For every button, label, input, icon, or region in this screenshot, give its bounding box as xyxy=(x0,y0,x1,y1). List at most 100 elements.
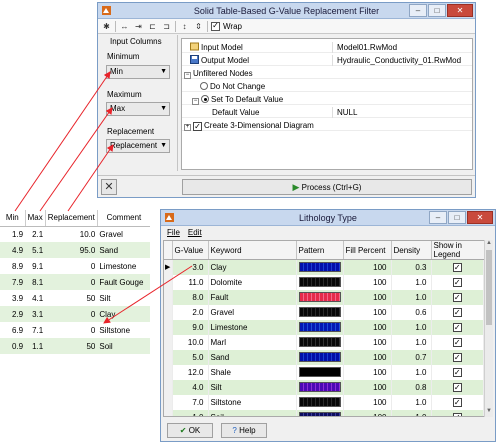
density-cell[interactable]: 1.0 xyxy=(391,319,432,335)
scroll-down-icon[interactable]: ▼ xyxy=(485,408,493,417)
row-indicator[interactable] xyxy=(164,394,173,410)
pattern-cell[interactable] xyxy=(296,394,344,410)
show-in-legend-checkbox[interactable]: ✓ xyxy=(452,352,462,362)
table-row[interactable]: 8.9 9.1 0 Limestone xyxy=(0,258,150,274)
ok-button[interactable]: ✔ OK xyxy=(167,423,213,438)
cancel-x-button[interactable]: ✕ xyxy=(101,179,117,195)
keyword-cell[interactable]: Dolomite xyxy=(208,274,297,290)
close-button[interactable]: ✕ xyxy=(447,4,473,17)
show-in-legend-cell[interactable]: ✓ xyxy=(431,379,484,395)
max-cell[interactable]: 2.1 xyxy=(25,226,46,242)
gvalue-cell[interactable]: 2.0 xyxy=(172,304,209,320)
tree-row-do-not-change[interactable]: Do Not Change xyxy=(182,81,472,92)
scroll-thumb[interactable] xyxy=(486,250,492,325)
fill-percent-cell[interactable]: 100 xyxy=(343,394,392,410)
density-cell[interactable]: 1.0 xyxy=(391,334,432,350)
column-header-replacement[interactable]: Replacement xyxy=(45,210,98,227)
row-indicator[interactable] xyxy=(164,274,173,290)
input-model-value[interactable]: Model01.RwMod xyxy=(332,42,397,53)
fill-percent-cell[interactable]: 100 xyxy=(343,274,392,290)
expand-icon[interactable]: + xyxy=(184,124,191,131)
menu-edit[interactable]: Edit xyxy=(188,228,202,237)
pattern-cell[interactable] xyxy=(296,259,344,275)
min-cell[interactable]: 6.9 xyxy=(0,322,26,338)
min-cell[interactable]: 8.9 xyxy=(0,258,26,274)
density-cell[interactable]: 0.6 xyxy=(391,304,432,320)
min-cell[interactable]: 7.9 xyxy=(0,274,26,290)
keyword-cell[interactable]: Silt xyxy=(208,379,297,395)
fill-percent-cell[interactable]: 100 xyxy=(343,334,392,350)
show-in-legend-checkbox[interactable]: ✓ xyxy=(452,307,462,317)
shrink-columns-icon[interactable]: ⇥ xyxy=(133,21,144,32)
column-header-fill-percent[interactable]: Fill Percent xyxy=(343,241,392,260)
pattern-cell[interactable] xyxy=(296,319,344,335)
replacement-cell[interactable]: 50 xyxy=(45,290,98,306)
gvalue-cell[interactable]: 4.0 xyxy=(172,379,209,395)
min-cell[interactable]: 3.9 xyxy=(0,290,26,306)
shrink-rows-icon[interactable]: ⇕ xyxy=(193,21,204,32)
show-in-legend-cell[interactable]: ✓ xyxy=(431,319,484,335)
fill-percent-cell[interactable]: 100 xyxy=(343,289,392,305)
default-value-value[interactable]: NULL xyxy=(332,107,357,118)
comment-cell[interactable]: Fault Gouge xyxy=(97,274,150,290)
keyword-cell[interactable]: Clay xyxy=(208,259,297,275)
show-in-legend-cell[interactable]: ✓ xyxy=(431,304,484,320)
gvalue-cell[interactable]: 10.0 xyxy=(172,334,209,350)
maximum-dropdown[interactable]: Max ▼ xyxy=(106,102,170,116)
pattern-cell[interactable] xyxy=(296,334,344,350)
pattern-cell[interactable] xyxy=(296,379,344,395)
process-button[interactable]: ▶ Process (Ctrl+G) xyxy=(182,179,472,195)
expand-rows-icon[interactable]: ↕ xyxy=(179,21,190,32)
show-in-legend-cell[interactable]: ✓ xyxy=(431,349,484,365)
comment-cell[interactable]: Clay xyxy=(97,306,150,322)
min-cell[interactable]: 4.9 xyxy=(0,242,26,258)
keyword-cell[interactable]: Gravel xyxy=(208,304,297,320)
pattern-cell[interactable] xyxy=(296,274,344,290)
pattern-cell[interactable] xyxy=(296,289,344,305)
replacement-cell[interactable]: 50 xyxy=(45,338,98,354)
show-in-legend-cell[interactable]: ✓ xyxy=(431,289,484,305)
gvalue-cell[interactable]: 12.0 xyxy=(172,364,209,380)
show-in-legend-cell[interactable]: ✓ xyxy=(431,409,484,416)
close-button[interactable]: ✕ xyxy=(467,211,493,224)
comment-cell[interactable]: Silt xyxy=(97,290,150,306)
column-header-gvalue[interactable]: G-Value xyxy=(172,241,209,260)
maximize-button[interactable]: □ xyxy=(448,211,466,224)
table-row[interactable]: 0.9 1.1 50 Soil xyxy=(0,338,150,354)
gvalue-cell[interactable]: 9.0 xyxy=(172,319,209,335)
density-cell[interactable]: 1.0 xyxy=(391,409,432,416)
max-cell[interactable]: 1.1 xyxy=(25,338,46,354)
show-in-legend-cell[interactable]: ✓ xyxy=(431,334,484,350)
table-row[interactable]: 2.0 Gravel 100 0.6 ✓ xyxy=(164,304,484,320)
replacement-cell[interactable]: 0 xyxy=(45,322,98,338)
table-row[interactable]: 7.9 8.1 0 Fault Gouge xyxy=(0,274,150,290)
show-in-legend-checkbox[interactable]: ✓ xyxy=(452,382,462,392)
row-indicator[interactable] xyxy=(164,319,173,335)
show-in-legend-checkbox[interactable]: ✓ xyxy=(452,292,462,302)
keyword-cell[interactable]: Shale xyxy=(208,364,297,380)
lithology-scrollbar[interactable]: ▲ ▼ xyxy=(484,240,493,417)
table-row[interactable]: 10.0 Marl 100 1.0 ✓ xyxy=(164,334,484,350)
fill-percent-cell[interactable]: 100 xyxy=(343,409,392,416)
show-in-legend-checkbox[interactable]: ✓ xyxy=(452,322,462,332)
output-model-value[interactable]: Hydraulic_Conductivity_01.RwMod xyxy=(332,55,461,66)
show-in-legend-checkbox[interactable]: ✓ xyxy=(452,262,462,272)
row-indicator[interactable]: ▶ xyxy=(164,259,173,275)
maximize-button[interactable]: □ xyxy=(428,4,446,17)
replacement-dropdown[interactable]: Replacement ▼ xyxy=(106,139,170,153)
comment-cell[interactable]: Limestone xyxy=(97,258,150,274)
table-row[interactable]: 8.0 Fault 100 1.0 ✓ xyxy=(164,289,484,305)
show-in-legend-checkbox[interactable]: ✓ xyxy=(452,337,462,347)
min-cell[interactable]: 1.9 xyxy=(0,226,26,242)
column-header-comment[interactable]: Comment xyxy=(97,210,150,227)
density-cell[interactable]: 1.0 xyxy=(391,394,432,410)
fit-columns-icon[interactable]: ⊏ xyxy=(147,21,158,32)
keyword-cell[interactable]: Fault xyxy=(208,289,297,305)
gvalue-cell[interactable]: 11.0 xyxy=(172,274,209,290)
min-cell[interactable]: 2.9 xyxy=(0,306,26,322)
show-in-legend-checkbox[interactable]: ✓ xyxy=(452,367,462,377)
pattern-cell[interactable] xyxy=(296,409,344,416)
show-in-legend-checkbox[interactable]: ✓ xyxy=(452,412,462,416)
replacement-cell[interactable]: 0 xyxy=(45,258,98,274)
table-row[interactable]: 1.0 Soil 100 1.0 ✓ xyxy=(164,409,484,416)
